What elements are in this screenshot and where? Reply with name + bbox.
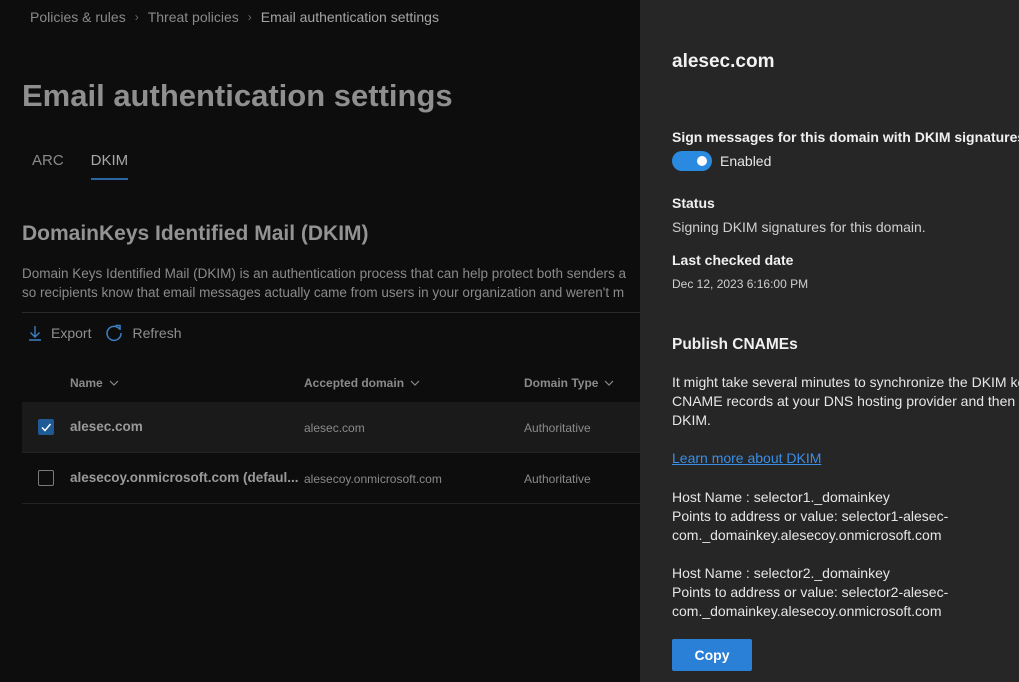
breadcrumb-item-current: Email authentication settings <box>260 9 439 25</box>
export-label: Export <box>51 325 92 341</box>
dkim-signing-toggle[interactable] <box>672 151 712 171</box>
row-accepted-domain: alesec.com <box>304 421 365 435</box>
publish-line: CNAME records at your DNS hosting provid… <box>672 393 1019 409</box>
panel-title: alesec.com <box>672 51 775 72</box>
chevron-right-icon: › <box>134 10 139 24</box>
tab-dkim[interactable]: DKIM <box>90 152 129 180</box>
chevron-down-icon <box>109 380 119 386</box>
section-title: DomainKeys Identified Mail (DKIM) <box>22 222 369 245</box>
last-checked-label: Last checked date <box>672 252 794 268</box>
publish-line: It might take several minutes to synchro… <box>672 374 1019 390</box>
chevron-down-icon <box>410 380 420 386</box>
table-row[interactable]: alesec.com alesec.com Authoritative <box>22 402 640 453</box>
row-accepted-domain: alesecoy.onmicrosoft.com <box>304 472 442 486</box>
export-button[interactable]: Export <box>28 325 91 341</box>
row-checkbox[interactable] <box>38 419 54 435</box>
column-header-name[interactable]: Name <box>70 376 119 390</box>
host-name: Host Name : selector1._domainkey <box>672 489 890 505</box>
host-name: Host Name : selector2._domainkey <box>672 565 890 581</box>
column-header-domain-type[interactable]: Domain Type <box>524 376 614 390</box>
table-row[interactable]: alesecoy.onmicrosoft.com (defaul... ales… <box>22 453 640 504</box>
divider <box>22 312 640 313</box>
sign-messages-label: Sign messages for this domain with DKIM … <box>672 129 1019 145</box>
row-name[interactable]: alesecoy.onmicrosoft.com (defaul... <box>70 470 299 485</box>
description-line: so recipients know that email messages a… <box>22 285 625 300</box>
download-icon <box>29 326 41 341</box>
row-domain-type: Authoritative <box>524 472 591 486</box>
cname-record-1: Host Name : selector1._domainkey Points … <box>672 488 948 545</box>
dkim-toggle-group: Enabled <box>672 151 771 171</box>
toolbar: Export Refresh <box>28 324 196 342</box>
last-checked-value: Dec 12, 2023 6:16:00 PM <box>672 277 809 291</box>
chevron-right-icon: › <box>247 10 252 24</box>
publish-description: It might take several minutes to synchro… <box>672 373 1019 430</box>
row-domain-type: Authoritative <box>524 421 591 435</box>
refresh-button[interactable]: Refresh <box>105 324 182 342</box>
status-label: Status <box>672 195 715 211</box>
toggle-knob <box>697 156 707 166</box>
breadcrumb-item-threat-policies[interactable]: Threat policies <box>148 9 239 25</box>
description-line: Domain Keys Identified Mail (DKIM) is an… <box>22 266 627 281</box>
toggle-state-label: Enabled <box>720 153 772 169</box>
refresh-icon <box>106 324 123 342</box>
copy-button[interactable]: Copy <box>672 639 752 671</box>
tab-arc[interactable]: ARC <box>32 152 64 180</box>
publish-cnames-title: Publish CNAMEs <box>672 336 798 353</box>
refresh-label: Refresh <box>132 325 182 341</box>
points-to-value: Points to address or value: selector1-al… <box>672 508 949 524</box>
breadcrumb-item-policies[interactable]: Policies & rules <box>30 9 126 25</box>
tab-bar: ARC DKIM <box>32 152 155 180</box>
status-value: Signing DKIM signatures for this domain. <box>672 219 926 235</box>
table-header: Name Accepted domain Domain Type <box>22 364 640 402</box>
domains-table: Name Accepted domain Domain Type alesec.… <box>22 364 640 504</box>
page-title: Email authentication settings <box>22 78 453 113</box>
points-to-value: Points to address or value: selector2-al… <box>672 584 949 600</box>
chevron-down-icon <box>605 380 614 386</box>
row-checkbox[interactable] <box>38 470 54 486</box>
section-description: Domain Keys Identified Mail (DKIM) is an… <box>22 264 640 302</box>
learn-more-link[interactable]: Learn more about DKIM <box>672 450 821 466</box>
publish-line: DKIM. <box>672 412 711 428</box>
checkmark-icon <box>41 423 52 432</box>
dkim-details-panel: alesec.com Sign messages for this domain… <box>640 0 1019 682</box>
points-to-value: com._domainkey.alesecoy.onmicrosoft.com <box>672 603 942 619</box>
row-name[interactable]: alesec.com <box>70 419 143 434</box>
column-header-accepted-domain[interactable]: Accepted domain <box>304 376 420 390</box>
cname-record-2: Host Name : selector2._domainkey Points … <box>672 564 948 621</box>
points-to-value: com._domainkey.alesecoy.onmicrosoft.com <box>672 527 942 543</box>
breadcrumb: Policies & rules › Threat policies › Ema… <box>30 9 439 25</box>
